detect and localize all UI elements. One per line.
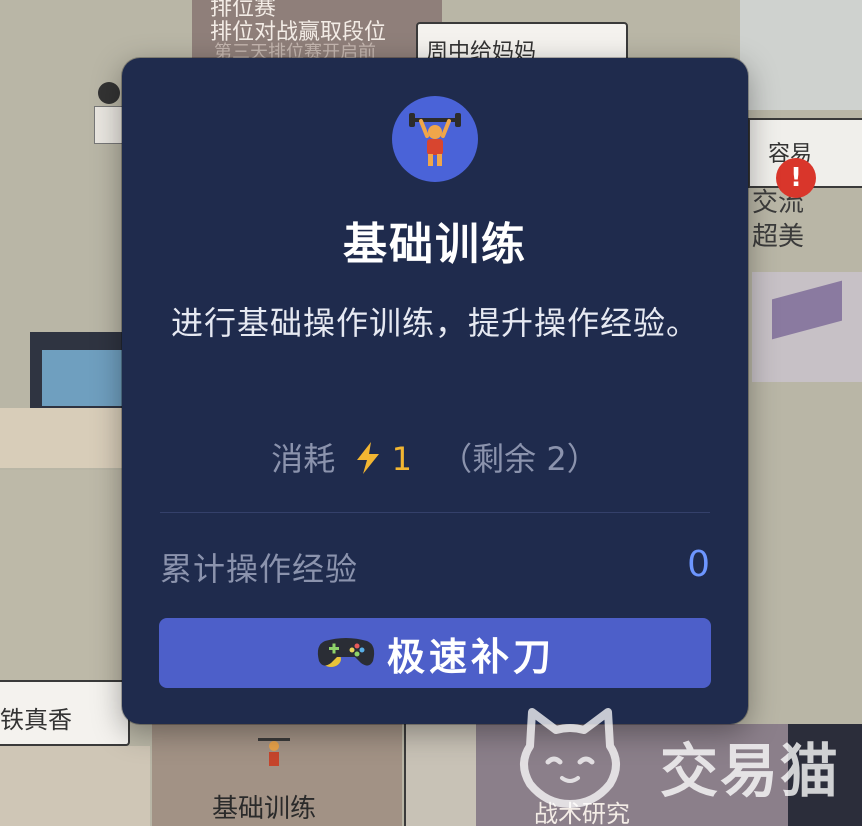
stat-label: 累计操作经验 (160, 550, 359, 588)
bg-text: 超美 (752, 222, 805, 252)
weightlifter-icon (258, 738, 290, 766)
action-button-label: 极速补刀 (386, 636, 555, 679)
watermark-text: 交易猫 (660, 737, 841, 805)
stat-value: 0 (687, 544, 710, 585)
bg-text-block: 交流 超美 (752, 186, 862, 266)
bg-block (0, 746, 150, 826)
alert-icon: ! (776, 158, 816, 198)
bg-block (0, 408, 126, 468)
weightlifter-icon (392, 96, 478, 182)
bg-training-card: 基础训练 (152, 722, 402, 826)
bg-artwork (752, 272, 862, 382)
bg-block (740, 0, 862, 110)
bg-speech-bubble: 铁真香 (0, 680, 130, 746)
speed-last-hit-button[interactable]: 极速补刀 (159, 618, 711, 688)
cost-row: 消耗 1 （剩余 2） (122, 434, 748, 480)
person-icon (92, 82, 126, 146)
cost-label: 消耗 (271, 440, 336, 478)
bg-text: 铁真香 (0, 706, 72, 734)
bg-block (0, 470, 126, 680)
gamepad-icon (315, 635, 387, 672)
bg-ranked-card: 排位赛 排位对战赢取段位 第三天排位赛开启前 (192, 0, 442, 63)
bg-monitor (30, 332, 126, 408)
lightning-icon (345, 440, 391, 478)
bg-block (404, 720, 476, 826)
remaining-count: （剩余 2） (440, 440, 599, 478)
bg-text: 基础训练 (212, 794, 317, 824)
dialog-description: 进行基础操作训练，提升操作经验。 (170, 304, 699, 342)
cat-logo-icon (520, 708, 620, 808)
training-dialog: 基础训练 进行基础操作训练，提升操作经验。 消耗 1 （剩余 2） 累计操作经验… (122, 58, 748, 724)
cost-amount: 1 (391, 440, 412, 478)
dialog-title: 基础训练 (343, 219, 527, 270)
watermark: 交易猫 (510, 706, 850, 816)
divider (160, 512, 710, 513)
